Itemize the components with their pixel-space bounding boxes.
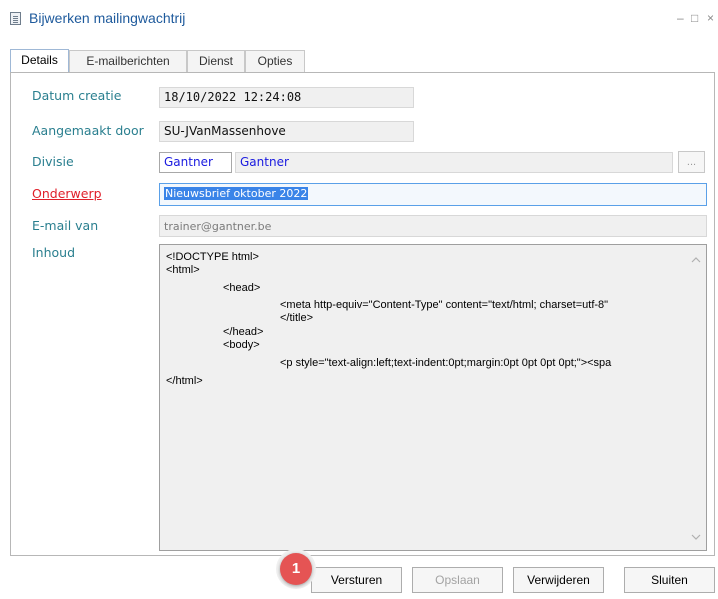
opslaan-button[interactable]: Opslaan bbox=[412, 567, 503, 593]
email-van-field[interactable]: trainer@gantner.be bbox=[159, 215, 707, 237]
aangemaakt-door-field[interactable]: SU-JVanMassenhove bbox=[159, 121, 414, 142]
divisie-lookup-button[interactable]: ... bbox=[678, 151, 705, 173]
tab-details[interactable]: Details bbox=[10, 49, 69, 73]
minimize-button[interactable]: – bbox=[677, 11, 684, 25]
tab-dienst[interactable]: Dienst bbox=[187, 50, 245, 72]
code-line: <!DOCTYPE html> bbox=[166, 251, 259, 263]
onderwerp-field[interactable]: Nieuwsbrief oktober 2022 bbox=[159, 183, 707, 206]
code-line: <head> bbox=[223, 282, 261, 294]
divisie-label: Divisie bbox=[32, 154, 74, 169]
step-badge-number: 1 bbox=[280, 553, 312, 585]
datum-creatie-label: Datum creatie bbox=[32, 88, 122, 103]
sluiten-button[interactable]: Sluiten bbox=[624, 567, 715, 593]
scroll-down-icon[interactable] bbox=[691, 532, 701, 542]
code-line: </html> bbox=[166, 375, 203, 387]
title-bar: Bijwerken mailingwachtrij – □ × bbox=[0, 0, 718, 34]
code-line: </title> bbox=[280, 312, 314, 324]
maximize-button[interactable]: □ bbox=[691, 11, 698, 25]
divisie-name-field[interactable]: Gantner bbox=[235, 152, 673, 173]
datum-creatie-field[interactable]: 18/10/2022 12:24:08 bbox=[159, 87, 414, 108]
versturen-button[interactable]: Versturen bbox=[311, 567, 402, 593]
onderwerp-label: Onderwerp bbox=[32, 186, 102, 201]
code-line: <body> bbox=[223, 339, 260, 351]
email-van-label: E-mail van bbox=[32, 218, 99, 233]
aangemaakt-door-label: Aangemaakt door bbox=[32, 123, 144, 138]
verwijderen-button[interactable]: Verwijderen bbox=[513, 567, 604, 593]
code-line: <p style="text-align:left;text-indent:0p… bbox=[280, 357, 612, 369]
divisie-code-field[interactable]: Gantner bbox=[159, 152, 232, 173]
tab-e-mailberichten[interactable]: E-mailberichten bbox=[69, 50, 187, 72]
scroll-up-icon[interactable] bbox=[691, 255, 701, 265]
code-line: </head> bbox=[223, 326, 264, 338]
onderwerp-value: Nieuwsbrief oktober 2022 bbox=[164, 187, 309, 200]
inhoud-label: Inhoud bbox=[32, 245, 76, 260]
window-title: Bijwerken mailingwachtrij bbox=[29, 10, 186, 26]
inhoud-textarea[interactable]: <!DOCTYPE html> <html> <head> <meta http… bbox=[159, 244, 707, 551]
tab-opties[interactable]: Opties bbox=[245, 50, 305, 72]
close-button[interactable]: × bbox=[707, 11, 714, 25]
step-badge: 1 bbox=[276, 549, 316, 589]
document-list-icon bbox=[10, 12, 21, 25]
code-line: <meta http-equiv="Content-Type" content=… bbox=[280, 299, 609, 311]
code-line: <html> bbox=[166, 264, 200, 276]
